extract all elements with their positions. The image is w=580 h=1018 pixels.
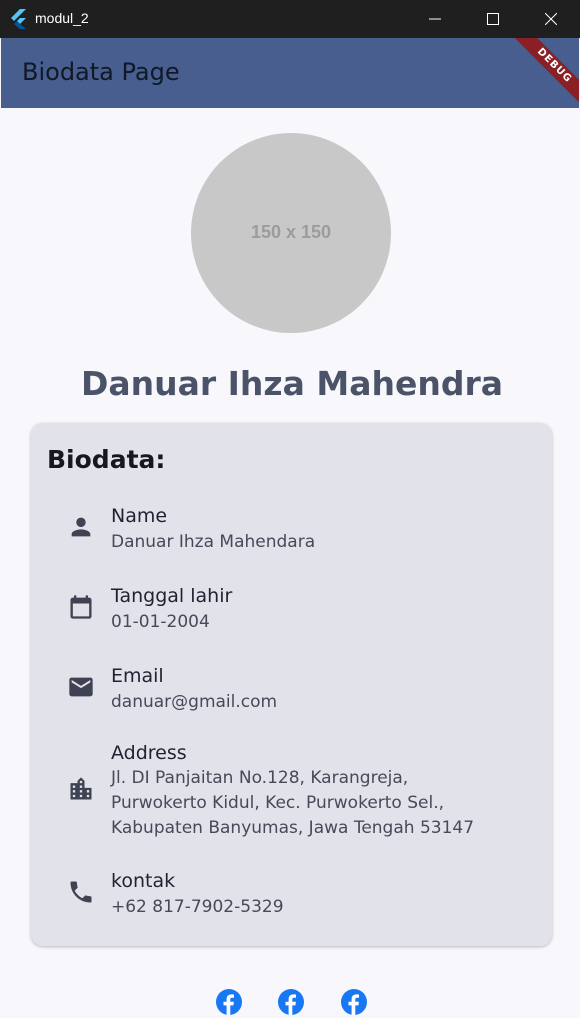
app-bar: Biodata Page DEBUG	[1, 38, 579, 108]
calendar-icon	[70, 595, 92, 619]
flutter-logo-icon	[11, 9, 26, 29]
item-label: Email	[111, 665, 164, 687]
item-value: +62 817-7902-5329	[111, 897, 284, 917]
debug-banner: DEBUG	[509, 38, 579, 108]
minimize-icon	[429, 18, 441, 20]
location-city-icon	[70, 777, 92, 800]
item-value: Danuar Ihza Mahendara	[111, 532, 316, 552]
close-button[interactable]	[528, 0, 574, 38]
facebook-icon[interactable]	[278, 989, 304, 1015]
email-icon	[69, 677, 93, 697]
biodata-card: Biodata: Name Danuar Ihza Mahendara Tang…	[31, 423, 552, 946]
item-value: Jl. DI Panjaitan No.128, Karangreja, Pur…	[111, 768, 475, 838]
facebook-icon[interactable]	[216, 989, 242, 1015]
window-titlebar: modul_2	[0, 0, 580, 38]
avatar-placeholder-text: 150 x 150	[250, 222, 332, 242]
item-label: kontak	[111, 870, 176, 892]
item-value: 01-01-2004	[111, 612, 210, 632]
minimize-button[interactable]	[412, 0, 458, 38]
card-title: Biodata:	[47, 445, 166, 474]
maximize-icon	[487, 13, 499, 25]
item-label: Name	[111, 505, 168, 527]
close-icon	[545, 13, 557, 25]
list-item-birthdate: Tanggal lahir 01-01-2004	[31, 585, 552, 635]
maximize-button[interactable]	[470, 0, 516, 38]
window-title: modul_2	[35, 10, 89, 26]
avatar: 150 x 150	[191, 133, 391, 333]
list-item-email: Email danuar@gmail.com	[31, 665, 552, 715]
page-title: Biodata Page	[22, 58, 180, 86]
list-item-contact: kontak +62 817-7902-5329	[31, 870, 552, 920]
person-icon	[71, 517, 91, 537]
list-item-name: Name Danuar Ihza Mahendara	[31, 505, 552, 555]
item-label: Address	[111, 742, 187, 764]
list-item-address: Address Jl. DI Panjaitan No.128, Karangr…	[31, 742, 552, 842]
item-label: Tanggal lahir	[111, 585, 233, 607]
phone-icon	[70, 881, 92, 903]
profile-name: Danuar Ihza Mahendra	[80, 364, 504, 403]
item-value: danuar@gmail.com	[111, 692, 278, 712]
facebook-icon[interactable]	[341, 989, 367, 1015]
